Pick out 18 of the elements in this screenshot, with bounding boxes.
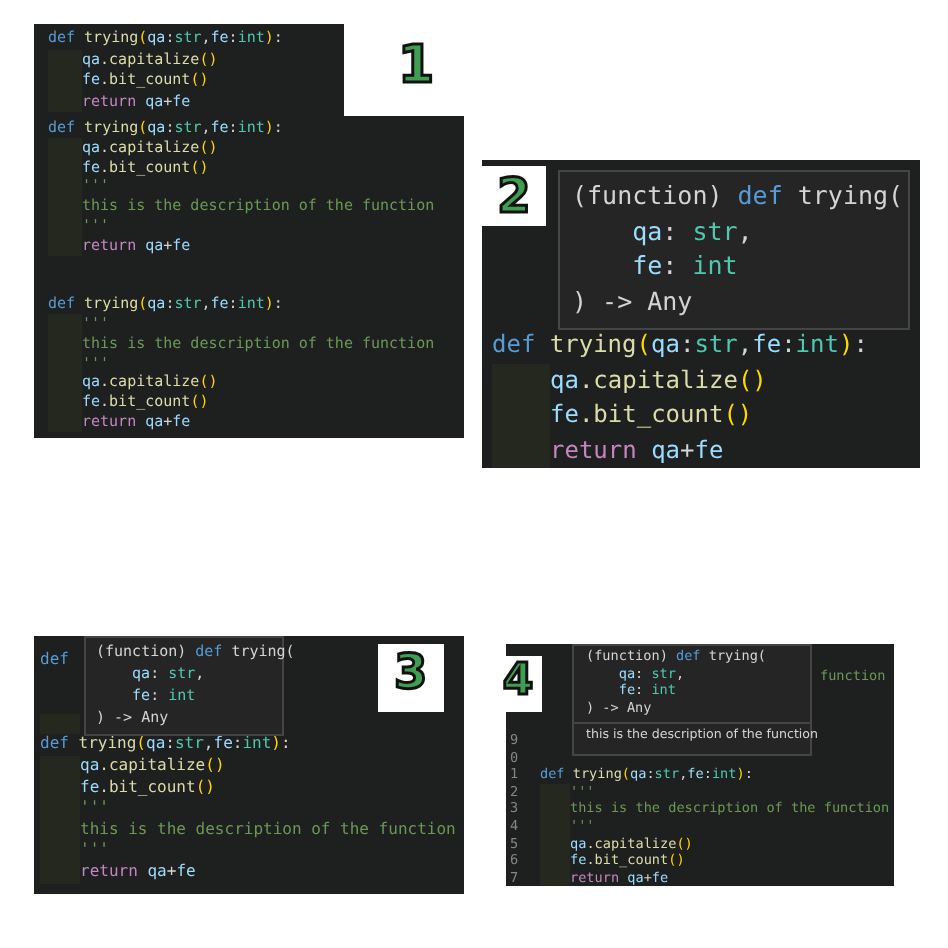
code-line: qa.capitalize() bbox=[80, 755, 225, 778]
code-line: def trying(qa:str,fe:int): bbox=[492, 328, 868, 362]
signature-line: (function) def trying( bbox=[572, 178, 904, 213]
signature-line: fe: int bbox=[632, 248, 738, 283]
code-line: ''' bbox=[80, 840, 109, 862]
code-line: qa.capitalize() bbox=[550, 363, 767, 397]
code-line: return qa+fe bbox=[80, 861, 196, 884]
code-line: fe.bit_count() bbox=[80, 777, 215, 799]
code-line: this is the description of the function bbox=[80, 819, 456, 841]
code-line: ''' bbox=[80, 798, 109, 820]
code-line: def trying(qa:str,fe:int): bbox=[40, 734, 291, 756]
signature-line: ) -> Any bbox=[572, 283, 693, 318]
step-number: 3 bbox=[378, 644, 444, 712]
signature-line: qa: str, bbox=[632, 213, 753, 248]
step-number: 2 bbox=[482, 166, 546, 226]
code-line: return qa+fe bbox=[550, 433, 724, 467]
code-line: def bbox=[40, 650, 69, 672]
code-line: fe.bit_count() bbox=[550, 398, 753, 432]
